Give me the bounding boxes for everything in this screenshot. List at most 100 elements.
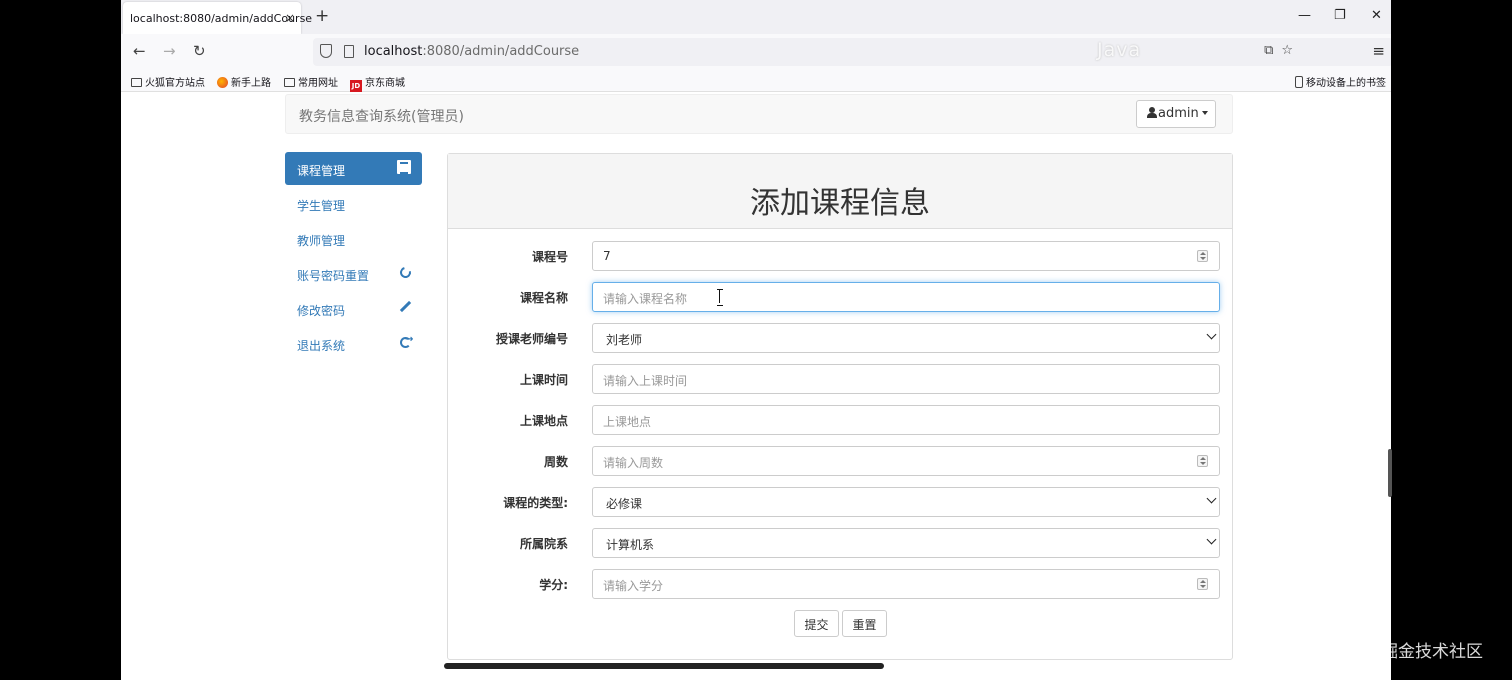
field-placeholder: 请输入周数: [603, 456, 664, 470]
form-row-course-name: 课程名称 请输入课程名称: [448, 282, 1234, 312]
back-icon[interactable]: ←: [133, 42, 146, 60]
weeks-input[interactable]: 请输入周数: [592, 446, 1220, 476]
mobile-icon: [1295, 76, 1303, 88]
web-page: 教务信息查询系统(管理员) admin 课程管理 学生管理 教师管理 账号密码重…: [121, 92, 1391, 680]
field-placeholder: 请输入上课时间: [603, 374, 688, 388]
field-label: 学分:: [539, 578, 568, 592]
watermark: @稀土掘金技术社区: [1330, 642, 1483, 662]
pencil-icon: [399, 300, 412, 313]
chevron-down-icon: [1206, 493, 1217, 504]
page-icon: [344, 45, 354, 58]
form-actions: 提交 重置: [448, 610, 1234, 640]
restore-icon[interactable]: ❐: [1334, 8, 1346, 23]
url-host: localhost: [364, 44, 423, 59]
sidebar-item-label: 修改密码: [297, 304, 346, 318]
bookmark-item[interactable]: 常用网址: [284, 74, 338, 89]
sidebar-item-label: 学生管理: [297, 199, 346, 213]
browser-tab[interactable]: localhost:8080/admin/addCourse ×: [123, 2, 312, 34]
shield-icon: [320, 44, 332, 58]
sidebar-item-course[interactable]: 课程管理: [285, 152, 422, 185]
class-time-input[interactable]: 请输入上课时间: [592, 364, 1220, 394]
sidebar-item-logout[interactable]: 退出系统: [285, 327, 422, 360]
department-select[interactable]: 计算机系: [592, 528, 1220, 558]
user-icon: [1147, 107, 1157, 118]
sidebar-item-label: 账号密码重置: [297, 269, 370, 283]
bookmark-item[interactable]: 火狐官方站点: [131, 74, 205, 89]
field-label: 上课时间: [519, 373, 568, 387]
field-placeholder: 请输入课程名称: [603, 292, 688, 306]
field-value: 计算机系: [606, 538, 655, 552]
sidebar: 课程管理 学生管理 教师管理 账号密码重置 修改密码 退出系统: [285, 152, 422, 362]
form-row-weeks: 周数 请输入周数: [448, 446, 1234, 476]
menu-icon[interactable]: ≡: [1372, 42, 1385, 60]
folder-icon: [284, 78, 295, 87]
url-text: localhost:8080/admin/addCourse: [364, 44, 579, 59]
tab-bar: localhost:8080/admin/addCourse × + — ❐ ✕: [121, 0, 1391, 34]
navigation-bar: ← → ↻ localhost:8080/admin/addCourse ⧉☆ …: [121, 34, 1391, 70]
username: admin: [1158, 106, 1199, 121]
sidebar-item-teacher[interactable]: 教师管理: [285, 222, 422, 255]
sidebar-item-reset-password[interactable]: 账号密码重置: [285, 257, 422, 290]
field-value: 7: [603, 249, 611, 263]
sidebar-item-label: 教师管理: [297, 234, 346, 248]
form-row-department: 所属院系 计算机系: [448, 528, 1234, 558]
jd-icon: JD: [350, 80, 362, 92]
form-row-course-type: 课程的类型: 必修课: [448, 487, 1234, 517]
teacher-select[interactable]: 刘老师: [592, 323, 1220, 353]
field-label: 授课老师编号: [495, 332, 568, 346]
new-tab-button[interactable]: +: [315, 6, 329, 26]
course-type-select[interactable]: 必修课: [592, 487, 1220, 517]
spinner-icon[interactable]: [1197, 250, 1208, 262]
sidebar-item-change-password[interactable]: 修改密码: [285, 292, 422, 325]
panel-heading: 添加课程信息: [448, 154, 1232, 229]
close-tab-icon[interactable]: ×: [285, 11, 295, 25]
reload-icon[interactable]: ↻: [193, 42, 206, 60]
brand-title[interactable]: 教务信息查询系统(管理员): [299, 106, 464, 126]
user-dropdown-button[interactable]: admin: [1136, 100, 1216, 128]
horizontal-scrollbar[interactable]: [444, 663, 884, 669]
field-label: 所属院系: [519, 537, 568, 551]
mobile-bookmarks[interactable]: 移动设备上的书签: [1295, 74, 1386, 89]
field-label: 周数: [543, 455, 568, 469]
folder-icon: [131, 78, 142, 87]
sidebar-item-student[interactable]: 学生管理: [285, 187, 422, 220]
address-bar[interactable]: localhost:8080/admin/addCourse ⧉☆: [313, 38, 1391, 66]
form-row-credits: 学分: 请输入学分: [448, 569, 1234, 599]
navbar: 教务信息查询系统(管理员) admin: [285, 94, 1233, 134]
field-label: 课程名称: [519, 291, 568, 305]
field-placeholder: 请输入学分: [603, 579, 664, 593]
bookmark-item[interactable]: 新手上路: [217, 74, 271, 89]
minimize-icon[interactable]: —: [1298, 8, 1311, 23]
field-label: 上课地点: [519, 414, 568, 428]
spinner-icon[interactable]: [1197, 578, 1208, 590]
chevron-down-icon: [1206, 534, 1217, 545]
sidebar-item-label: 退出系统: [297, 339, 346, 353]
forward-icon[interactable]: →: [163, 42, 176, 60]
bookmark-item[interactable]: JD 京东商城: [350, 74, 405, 92]
field-label: 课程的类型:: [503, 496, 568, 510]
url-path: :8080/admin/addCourse: [422, 44, 580, 59]
close-window-icon[interactable]: ✕: [1371, 8, 1382, 23]
caret-down-icon: [1201, 111, 1208, 115]
form-row-class-time: 上课时间 请输入上课时间: [448, 364, 1234, 394]
spinner-icon[interactable]: [1197, 455, 1208, 467]
class-location-input[interactable]: 上课地点: [592, 405, 1220, 435]
field-value: 刘老师: [606, 333, 643, 347]
course-name-input[interactable]: 请输入课程名称: [592, 282, 1220, 312]
submit-button[interactable]: 提交: [794, 610, 839, 637]
course-id-input[interactable]: 7: [592, 241, 1220, 271]
logout-icon: [400, 334, 413, 348]
page-title: 添加课程信息: [750, 186, 930, 221]
toolbar-icons[interactable]: ⧉☆: [1264, 43, 1301, 58]
form-row-class-location: 上课地点 上课地点: [448, 405, 1234, 435]
field-label: 课程号: [531, 250, 568, 264]
scroll-handle[interactable]: [1388, 449, 1392, 497]
reset-button[interactable]: 重置: [842, 610, 887, 637]
chevron-down-icon: [1206, 329, 1217, 340]
sidebar-item-label: 课程管理: [297, 164, 346, 178]
credits-input[interactable]: 请输入学分: [592, 569, 1220, 599]
form-row-course-id: 课程号 7: [448, 241, 1234, 271]
field-placeholder: 上课地点: [603, 415, 652, 429]
add-course-panel: 添加课程信息 课程号 7 课程名称 请输入课程名称 授课老师编号 刘老师 上课时…: [447, 153, 1233, 660]
book-icon: [397, 160, 411, 174]
